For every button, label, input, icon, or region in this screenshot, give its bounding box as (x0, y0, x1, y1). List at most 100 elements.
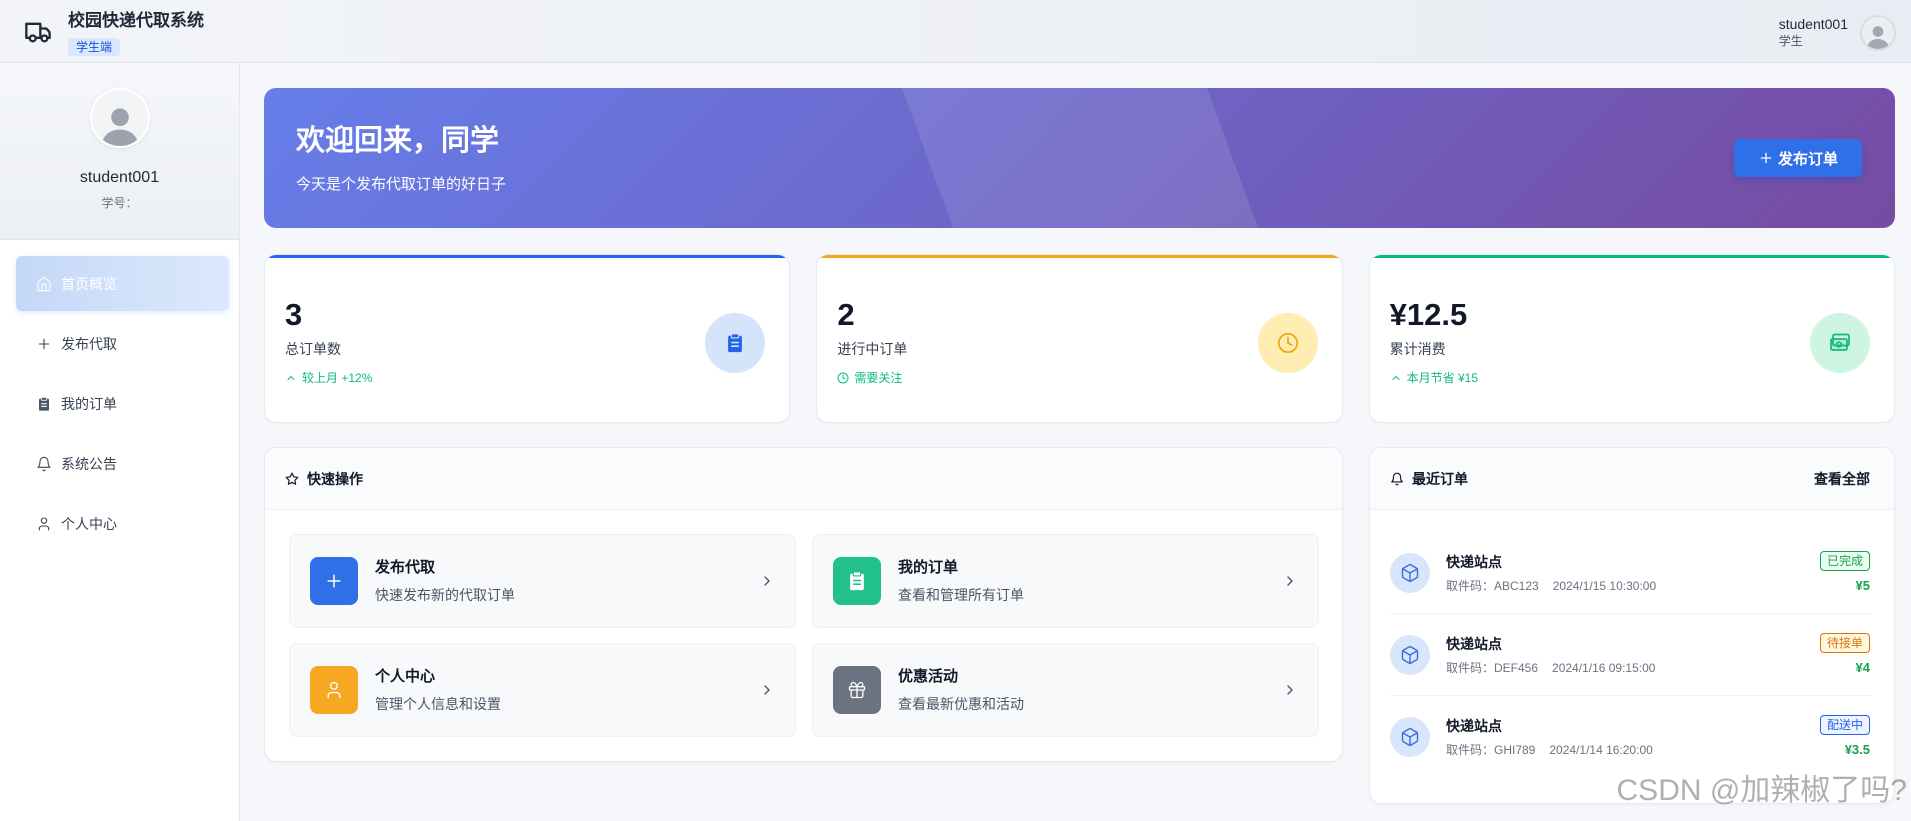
order-price: ¥4 (1855, 659, 1870, 675)
main-content: 欢迎回来，同学 今天是个发布代取订单的好日子 发布订单 3 总订单数 较上月 +… (240, 63, 1911, 821)
order-price: ¥3.5 (1844, 742, 1870, 757)
quick-action-text: 个人中心 管理个人信息和设置 (375, 666, 759, 714)
publish-order-label: 发布订单 (1777, 150, 1838, 168)
chevron-right-icon (759, 573, 775, 589)
sidebar: student001 学号： 首页概览 发布代取 我的订单 系统公告 个人中心 (0, 63, 240, 821)
stat-label: 累计消费 (1389, 341, 1446, 357)
sidebar-item-label: 个人中心 (61, 515, 117, 532)
stat-card-total-spend: ¥12.5 累计消费 本月节省 ¥15 (1368, 254, 1895, 423)
plus-icon (36, 336, 52, 352)
stat-card-total-orders: 3 总订单数 较上月 +12% (264, 254, 791, 423)
quick-action-title: 个人中心 (375, 668, 436, 685)
order-title: 快递站点 (1446, 718, 1502, 734)
stat-label: 总订单数 (285, 341, 341, 357)
clock-icon (1257, 313, 1318, 373)
clock-icon (837, 372, 849, 384)
stat-accent-bar (265, 255, 790, 258)
brand: 校园快递代取系统 学生端 (68, 10, 204, 56)
order-title: 快递站点 (1446, 553, 1502, 570)
quick-actions-grid: 发布代取 快速发布新的代取订单 我的订单 查看和管理所有订单 个人中心 管理个人… (265, 510, 1342, 737)
app-title: 校园快递代取系统 (68, 11, 204, 30)
recent-orders-list: 快递站点 取件码：ABC123 2024/1/15 10:30:00 已完成 ¥… (1370, 510, 1894, 778)
user-menu[interactable]: student001 学生 (1779, 15, 1896, 51)
stat-value: ¥12.5 (1389, 297, 1468, 332)
sidebar-item-home[interactable]: 首页概览 (16, 256, 229, 311)
quick-actions-header: 快速操作 (265, 448, 1342, 510)
stat-trend-text: 需要关注 (854, 371, 903, 385)
sidebar-nav: 首页概览 发布代取 我的订单 系统公告 个人中心 (0, 240, 239, 551)
order-status-block: 待接单 ¥4 (1819, 632, 1870, 677)
quick-action-title: 优惠活动 (898, 668, 959, 685)
header-user-role: 学生 (1778, 34, 1803, 48)
status-badge: 待接单 (1819, 632, 1870, 653)
clipboard-icon (833, 557, 881, 605)
order-meta: 取件码：GHI789 2024/1/14 16:20:00 (1446, 742, 1820, 758)
order-meta: 取件码：ABC123 2024/1/15 10:30:00 (1446, 578, 1820, 594)
welcome-subtitle: 今天是个发布代取订单的好日子 (296, 176, 507, 193)
welcome-banner: 欢迎回来，同学 今天是个发布代取订单的好日子 发布订单 (264, 88, 1895, 228)
clipboard-icon (705, 313, 766, 373)
list-item[interactable]: 快递站点 取件码：DEF456 2024/1/16 09:15:00 待接单 ¥… (1390, 614, 1870, 696)
quick-action-title: 我的订单 (898, 559, 959, 576)
banknote-icon (1809, 313, 1870, 373)
package-icon (1390, 634, 1430, 675)
sidebar-item-orders[interactable]: 我的订单 (16, 376, 229, 431)
stat-label: 进行中订单 (837, 341, 908, 357)
bottom-row: 快速操作 发布代取 快速发布新的代取订单 我的订单 查看和管理所有订单 个人中心… (264, 447, 1895, 804)
sidebar-item-label: 首页概览 (61, 275, 117, 292)
status-badge: 配送中 (1819, 715, 1870, 735)
sidebar-item-label: 系统公告 (61, 455, 117, 472)
profile-student-id: 学号： (101, 196, 138, 210)
sidebar-item-announcements[interactable]: 系统公告 (16, 436, 229, 491)
order-time: 2024/1/15 10:30:00 (1552, 578, 1657, 593)
order-pickup-code: 取件码：ABC123 (1446, 578, 1539, 593)
gift-icon (833, 666, 881, 714)
stat-value: 2 (837, 297, 855, 332)
quick-action-text: 发布代取 快速发布新的代取订单 (375, 557, 759, 605)
quick-action-desc: 管理个人信息和设置 (375, 696, 501, 712)
recent-orders-header: 最近订单 查看全部 (1370, 448, 1894, 510)
quick-actions-panel: 快速操作 发布代取 快速发布新的代取订单 我的订单 查看和管理所有订单 个人中心… (264, 447, 1343, 762)
package-icon (1390, 717, 1430, 757)
quick-actions-title-text: 快速操作 (307, 470, 363, 487)
quick-action-publish[interactable]: 发布代取 快速发布新的代取订单 (289, 534, 796, 628)
stat-body: 3 总订单数 较上月 +12% (285, 296, 372, 386)
order-status-block: 配送中 ¥3.5 (1819, 715, 1870, 759)
stat-accent-bar (1369, 255, 1894, 258)
clipboard-icon (36, 396, 52, 412)
quick-action-title: 发布代取 (375, 559, 436, 576)
order-time: 2024/1/16 09:15:00 (1552, 660, 1656, 675)
chevron-right-icon (1282, 573, 1298, 589)
recent-orders-panel: 最近订单 查看全部 快递站点 取件码：ABC123 2024/1/15 10:3… (1369, 447, 1895, 804)
plus-icon (310, 557, 358, 605)
view-all-link[interactable]: 查看全部 (1814, 469, 1870, 489)
list-item[interactable]: 快递站点 取件码：ABC123 2024/1/15 10:30:00 已完成 ¥… (1390, 532, 1870, 614)
stat-trend: 较上月 +12% (285, 370, 372, 386)
quick-action-profile[interactable]: 个人中心 管理个人信息和设置 (289, 643, 796, 737)
banner-decoration (902, 88, 1258, 228)
chevron-right-icon (759, 682, 775, 698)
stat-trend: 本月节省 ¥15 (1390, 370, 1478, 386)
welcome-title: 欢迎回来，同学 (296, 125, 500, 157)
order-title: 快递站点 (1446, 635, 1502, 652)
package-icon (1390, 552, 1430, 593)
stat-body: ¥12.5 累计消费 本月节省 ¥15 (1390, 296, 1478, 386)
order-text: 快递站点 取件码：GHI789 2024/1/14 16:20:00 (1446, 716, 1820, 758)
top-header: 校园快递代取系统 学生端 student001 学生 (0, 0, 1911, 63)
home-icon (36, 276, 52, 292)
order-time: 2024/1/14 16:20:00 (1549, 743, 1653, 757)
quick-action-promotions[interactable]: 优惠活动 查看最新优惠和活动 (812, 643, 1319, 737)
header-username: student001 (1778, 16, 1848, 32)
publish-order-button[interactable]: 发布订单 (1734, 139, 1862, 177)
sidebar-item-publish[interactable]: 发布代取 (16, 316, 229, 371)
list-item[interactable]: 快递站点 取件码：GHI789 2024/1/14 16:20:00 配送中 ¥… (1390, 696, 1870, 778)
quick-action-my-orders[interactable]: 我的订单 查看和管理所有订单 (812, 534, 1319, 628)
quick-action-desc: 查看和管理所有订单 (898, 587, 1024, 603)
sidebar-item-profile[interactable]: 个人中心 (16, 496, 229, 551)
recent-orders-title: 最近订单 (1390, 469, 1468, 489)
stat-trend-text: 本月节省 ¥15 (1406, 371, 1479, 385)
chevron-up-icon (285, 372, 297, 384)
order-text: 快递站点 取件码：DEF456 2024/1/16 09:15:00 (1446, 634, 1820, 676)
avatar[interactable] (1860, 15, 1896, 51)
sidebar-item-label: 我的订单 (61, 395, 117, 412)
